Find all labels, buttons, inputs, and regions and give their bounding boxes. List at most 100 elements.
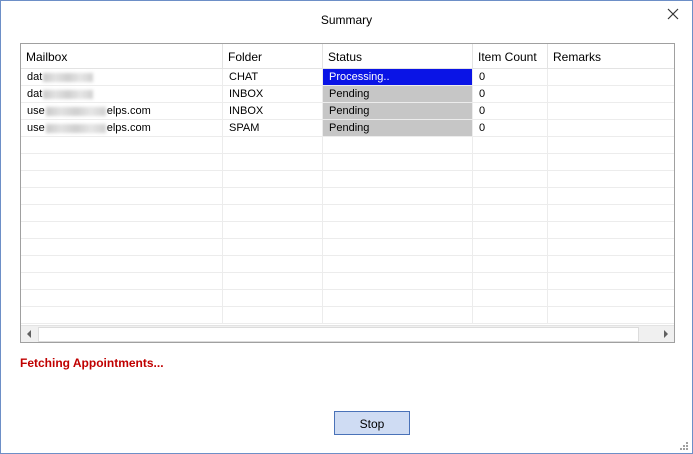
- empty-cell: [21, 239, 223, 255]
- mailbox-suffix: elps.com: [106, 122, 151, 134]
- column-header-status[interactable]: Status: [323, 44, 473, 68]
- mailbox-prefix: dat: [27, 88, 43, 100]
- table-row[interactable]: [21, 154, 674, 171]
- resize-grip-icon[interactable]: [679, 440, 689, 450]
- mailbox-prefix: use: [27, 122, 45, 134]
- empty-cell: [548, 205, 674, 221]
- redacted-text: [45, 106, 106, 116]
- scroll-right-icon[interactable]: [657, 326, 674, 342]
- empty-cell: [223, 290, 323, 306]
- cell-status: Pending: [323, 103, 473, 119]
- redacted-text: [43, 72, 94, 82]
- column-header-folder[interactable]: Folder: [223, 44, 323, 68]
- table-row[interactable]: [21, 137, 674, 154]
- empty-cell: [473, 290, 548, 306]
- table-row[interactable]: [21, 256, 674, 273]
- empty-cell: [473, 256, 548, 272]
- column-header-remarks[interactable]: Remarks: [548, 44, 674, 68]
- column-header-item-count[interactable]: Item Count: [473, 44, 548, 68]
- empty-cell: [223, 239, 323, 255]
- empty-cell: [323, 188, 473, 204]
- dialog-title: Summary: [320, 13, 373, 27]
- empty-cell: [323, 171, 473, 187]
- empty-cell: [473, 171, 548, 187]
- empty-cell: [223, 222, 323, 238]
- table-row[interactable]: [21, 290, 674, 307]
- scrollbar-thumb[interactable]: [38, 327, 639, 342]
- empty-cell: [21, 222, 223, 238]
- mailbox-prefix: dat: [27, 71, 43, 83]
- cell-mailbox: dat: [21, 69, 223, 85]
- cell-mailbox: use elps.com: [21, 120, 223, 136]
- empty-cell: [223, 256, 323, 272]
- empty-cell: [223, 273, 323, 289]
- table-row[interactable]: use elps.com INBOX Pending 0: [21, 103, 674, 120]
- cell-status: Processing..: [323, 69, 473, 85]
- mailbox-suffix: elps.com: [106, 105, 151, 117]
- cell-folder: CHAT: [223, 69, 323, 85]
- empty-cell: [473, 239, 548, 255]
- cell-status: Pending: [323, 86, 473, 102]
- empty-cell: [548, 239, 674, 255]
- redacted-text: [43, 89, 94, 99]
- empty-cell: [21, 154, 223, 170]
- table-row[interactable]: [21, 239, 674, 256]
- empty-cell: [223, 188, 323, 204]
- empty-cell: [323, 205, 473, 221]
- cell-item-count: 0: [473, 103, 548, 119]
- table-row[interactable]: [21, 222, 674, 239]
- empty-cell: [223, 137, 323, 153]
- cell-item-count: 0: [473, 69, 548, 85]
- empty-cell: [548, 171, 674, 187]
- table-row[interactable]: use elps.com SPAM Pending 0: [21, 120, 674, 137]
- empty-cell: [21, 205, 223, 221]
- empty-cell: [323, 307, 473, 323]
- empty-cell: [323, 256, 473, 272]
- empty-cell: [21, 290, 223, 306]
- empty-cell: [548, 256, 674, 272]
- cell-mailbox: use elps.com: [21, 103, 223, 119]
- cell-remarks: [548, 120, 674, 136]
- mailbox-prefix: use: [27, 105, 45, 117]
- stop-button[interactable]: Stop: [334, 411, 410, 435]
- empty-cell: [21, 256, 223, 272]
- empty-cell: [473, 205, 548, 221]
- column-header-mailbox[interactable]: Mailbox: [21, 44, 223, 68]
- empty-cell: [223, 205, 323, 221]
- empty-cell: [323, 290, 473, 306]
- cell-folder: INBOX: [223, 103, 323, 119]
- cell-item-count: 0: [473, 120, 548, 136]
- cell-remarks: [548, 86, 674, 102]
- empty-cell: [323, 222, 473, 238]
- empty-cell: [323, 137, 473, 153]
- close-icon[interactable]: [664, 5, 682, 23]
- cell-folder: INBOX: [223, 86, 323, 102]
- empty-cell: [21, 188, 223, 204]
- empty-cell: [21, 137, 223, 153]
- empty-cell: [473, 222, 548, 238]
- empty-cell: [473, 307, 548, 323]
- table-row[interactable]: [21, 171, 674, 188]
- empty-cell: [473, 273, 548, 289]
- table-row[interactable]: dat CHAT Processing.. 0: [21, 69, 674, 86]
- empty-cell: [473, 137, 548, 153]
- table-row[interactable]: dat INBOX Pending 0: [21, 86, 674, 103]
- empty-cell: [473, 188, 548, 204]
- horizontal-scrollbar[interactable]: [21, 325, 674, 342]
- empty-cell: [548, 307, 674, 323]
- table-row[interactable]: [21, 205, 674, 222]
- empty-cell: [323, 273, 473, 289]
- cell-mailbox: dat: [21, 86, 223, 102]
- summary-grid[interactable]: Mailbox Folder Status Item Count Remarks…: [20, 43, 675, 343]
- cell-remarks: [548, 69, 674, 85]
- table-row[interactable]: [21, 188, 674, 205]
- table-row[interactable]: [21, 307, 674, 324]
- scroll-left-icon[interactable]: [21, 326, 38, 342]
- cell-folder: SPAM: [223, 120, 323, 136]
- empty-cell: [223, 154, 323, 170]
- empty-cell: [548, 222, 674, 238]
- empty-cell: [548, 290, 674, 306]
- cell-item-count: 0: [473, 86, 548, 102]
- empty-cell: [548, 273, 674, 289]
- table-row[interactable]: [21, 273, 674, 290]
